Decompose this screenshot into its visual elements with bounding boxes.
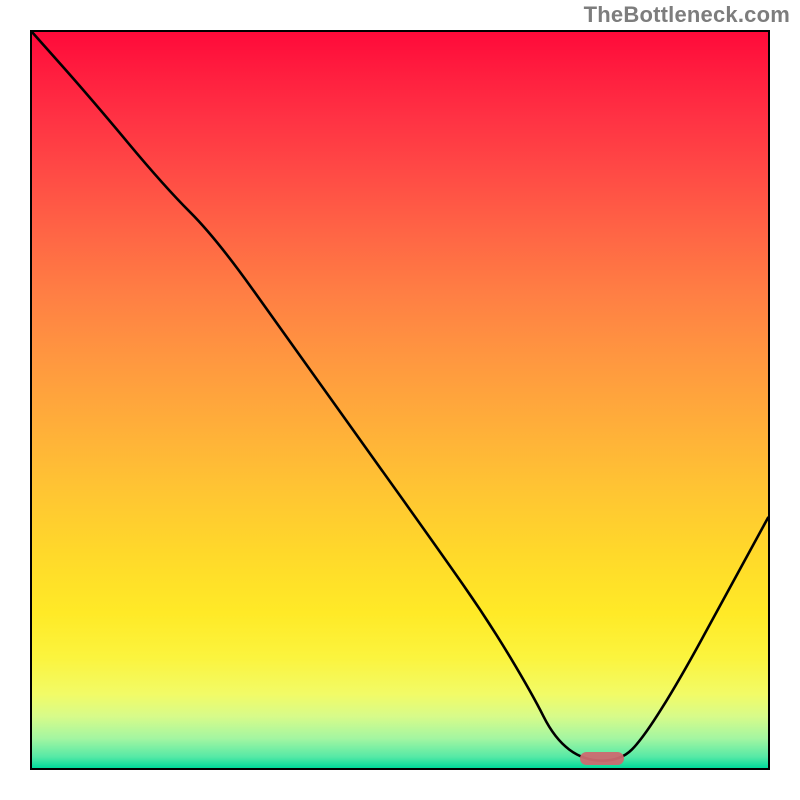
watermark-text: TheBottleneck.com [584, 2, 790, 28]
bottleneck-curve [32, 32, 768, 768]
curve-path [32, 32, 768, 761]
chart-container: TheBottleneck.com [0, 0, 800, 800]
plot-area [30, 30, 770, 770]
optimal-range-marker [580, 752, 624, 765]
